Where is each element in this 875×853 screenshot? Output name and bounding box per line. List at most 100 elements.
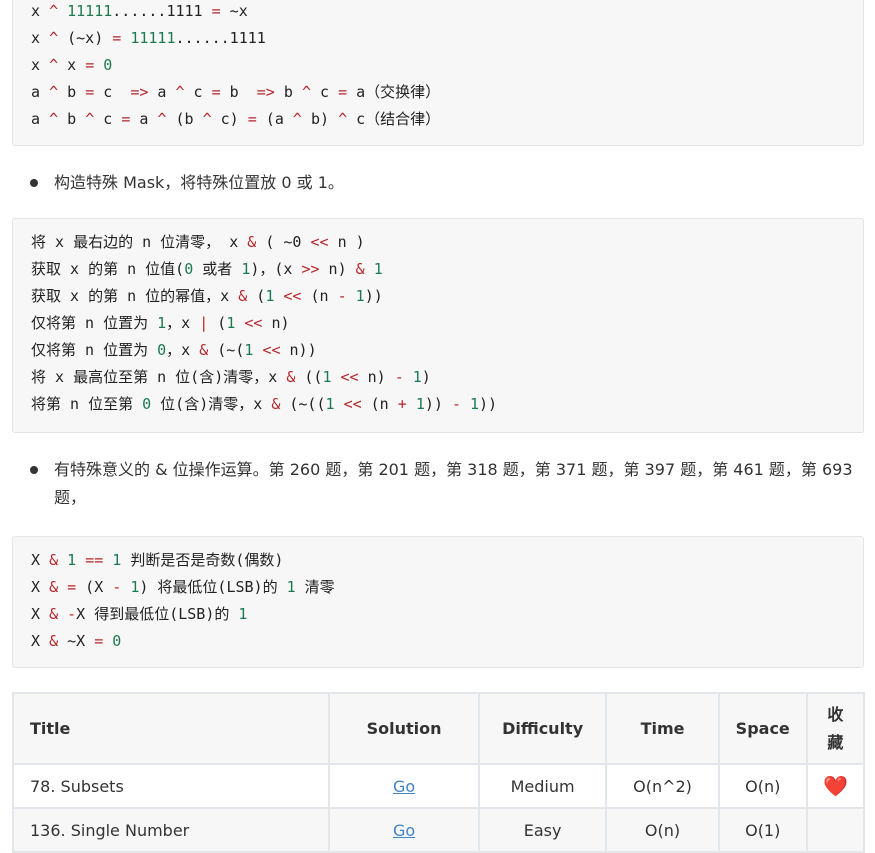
- code-text: 获取 x 的第 n 位值(: [31, 260, 185, 278]
- code-number: 1: [67, 551, 77, 569]
- code-text: b: [58, 83, 86, 101]
- code-line: 获取 x 的第 n 位的幂值，x & (1 << (n - 1)): [31, 283, 863, 310]
- code-text: 仅将第 n 位置为: [31, 314, 158, 332]
- code-text: (~x): [58, 29, 113, 47]
- code-number: 0: [112, 632, 122, 650]
- code-operator: <<: [244, 314, 263, 332]
- code-operator: =: [211, 2, 221, 20]
- code-block-xor-properties: x ^ 11111......1111 = ~x x ^ (~x) = 11111…: [12, 0, 864, 146]
- code-text: n)): [280, 341, 317, 359]
- code-text: x: [31, 56, 50, 74]
- cell-title: 78. Subsets: [11, 763, 331, 809]
- bullet-dot-icon: [30, 466, 38, 474]
- code-operator: ^: [49, 56, 59, 74]
- code-operator: >>: [301, 260, 320, 278]
- code-number: 1: [286, 578, 296, 596]
- code-text: 判断是否是奇数(偶数): [121, 551, 284, 569]
- code-text: (X: [76, 578, 113, 596]
- code-line: X & 1 == 1 判断是否是奇数(偶数): [31, 547, 863, 574]
- code-text: 仅将第 n 位置为: [31, 341, 158, 359]
- code-text: (: [208, 314, 227, 332]
- code-number: 1: [157, 314, 167, 332]
- code-operator: ^: [292, 110, 302, 128]
- code-text: ) 将最低位(LSB)的: [139, 578, 287, 596]
- bullet-item: 构造特殊 Mask，将特殊位置放 0 或 1。: [30, 169, 860, 197]
- bullet-dot-icon: [30, 179, 38, 187]
- code-text: c: [184, 83, 212, 101]
- code-operator: &: [199, 341, 209, 359]
- code-operator: =: [94, 632, 104, 650]
- code-block-and-operations: X & 1 == 1 判断是否是奇数(偶数) X & = (X - 1) 将最低位…: [12, 536, 864, 668]
- code-operator: ^: [338, 110, 348, 128]
- code-operator: =: [85, 56, 95, 74]
- code-number: 1: [238, 605, 248, 623]
- solution-link[interactable]: Go: [393, 777, 415, 796]
- code-number: 0: [142, 395, 152, 413]
- cell-solution: Go: [328, 763, 480, 809]
- code-line: a ^ b ^ c = a ^ (b ^ c) = (a ^ b) ^ c（结合…: [31, 106, 863, 133]
- code-operator: &: [49, 551, 59, 569]
- code-text: 清零: [295, 578, 335, 596]
- code-operator: =: [211, 83, 221, 101]
- code-operator: -: [337, 287, 347, 305]
- code-number: 0: [184, 260, 194, 278]
- code-text: a: [31, 83, 50, 101]
- code-text: ，x: [166, 341, 200, 359]
- code-operator: &: [355, 260, 365, 278]
- code-operator: =: [67, 578, 77, 596]
- code-operator: =: [338, 83, 348, 101]
- code-text: ): [421, 368, 431, 386]
- code-number: 1: [415, 395, 425, 413]
- table-row: 78. Subsets Go Medium O(n^2) O(n) ❤️: [11, 763, 866, 809]
- problems-table: Title Solution Difficulty Time Space 收藏 …: [11, 692, 866, 853]
- code-number: 1: [355, 287, 365, 305]
- cell-space: O(n): [717, 763, 808, 809]
- cell-favorite: [805, 807, 866, 853]
- code-line: x ^ x = 0: [31, 52, 863, 79]
- header-time: Time: [605, 692, 720, 765]
- code-text: n): [319, 260, 356, 278]
- code-text: c: [310, 83, 339, 101]
- cell-difficulty: Medium: [477, 763, 608, 809]
- code-text: n): [262, 314, 290, 332]
- code-text: c: [94, 110, 122, 128]
- code-text: 将 x 最右边的 n 位清零， x: [31, 233, 248, 251]
- code-operator: -: [112, 578, 122, 596]
- code-operator: <<: [310, 233, 329, 251]
- code-operator: &: [49, 578, 59, 596]
- code-number: 1: [412, 368, 422, 386]
- code-text: n ): [328, 233, 365, 251]
- code-line: 将 x 最右边的 n 位清零， x & ( ~0 << n ): [31, 229, 863, 256]
- solution-link[interactable]: Go: [393, 821, 415, 840]
- code-text: (: [247, 287, 266, 305]
- code-text: (a: [256, 110, 293, 128]
- cell-time: O(n^2): [605, 763, 720, 809]
- code-text: x: [58, 56, 86, 74]
- cell-space: O(1): [717, 807, 808, 853]
- code-line: x ^ 11111......1111 = ~x: [31, 0, 863, 25]
- code-operator: |: [199, 314, 209, 332]
- code-text: 位(含)清零，x: [151, 395, 272, 413]
- code-text: a: [130, 110, 158, 128]
- code-operator: =: [112, 29, 122, 47]
- code-line: X & ~X = 0: [31, 628, 863, 655]
- code-text: (n: [361, 395, 398, 413]
- bullet-text: 构造特殊 Mask，将特殊位置放 0 或 1。: [54, 173, 344, 192]
- code-block-mask-operations: 将 x 最右边的 n 位清零， x & ( ~0 << n ) 获取 x 的第 n…: [12, 218, 864, 433]
- code-text: X: [31, 605, 50, 623]
- code-operator: ^: [49, 2, 59, 20]
- code-text: c: [94, 83, 131, 101]
- code-operator: &: [271, 395, 281, 413]
- code-operator: <<: [343, 395, 362, 413]
- code-text: ......1111: [112, 2, 212, 20]
- cell-solution: Go: [328, 807, 480, 853]
- code-text: )): [424, 395, 452, 413]
